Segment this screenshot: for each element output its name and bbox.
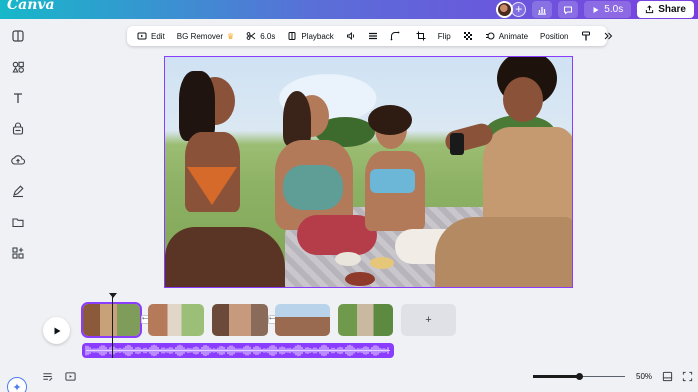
copy-style-button[interactable] [575, 26, 597, 46]
spacing-button[interactable] [362, 26, 384, 46]
present-play-button[interactable]: 5.0s [584, 1, 632, 18]
position-label: Position [540, 31, 569, 41]
play-icon [593, 6, 599, 13]
sparkle-icon: ✦ [12, 381, 22, 392]
playback-label: Playback [301, 31, 334, 41]
projects-icon[interactable] [11, 215, 25, 229]
layout-icon[interactable] [11, 29, 25, 43]
bg-remover-label: BG Remover [176, 31, 224, 41]
text-icon[interactable] [11, 91, 25, 105]
share-button[interactable]: Share [637, 1, 694, 18]
flip-button[interactable]: Flip [432, 26, 457, 46]
volume-button[interactable] [340, 26, 362, 46]
food-plate [345, 272, 375, 286]
animate-button[interactable]: Animate [479, 26, 534, 46]
timer-button[interactable] [65, 371, 76, 382]
video-timer-icon [65, 372, 76, 381]
corner-icon [390, 31, 400, 41]
play-icon [54, 327, 60, 334]
video-edit-icon [137, 32, 147, 40]
top-header: Canva + 5.0s Share [0, 0, 698, 19]
animate-label: Animate [498, 31, 529, 41]
canva-logo[interactable]: Canva [7, 0, 55, 13]
duration-label: 6.0s [260, 31, 276, 41]
comment-icon [564, 6, 573, 14]
zoom-slider-handle[interactable] [576, 373, 583, 380]
person-center-right [350, 105, 515, 264]
apps-icon[interactable] [11, 246, 25, 260]
flip-label: Flip [437, 31, 451, 41]
split-trim-button[interactable]: 6.0s [240, 26, 281, 46]
fullscreen-button[interactable] [682, 371, 693, 382]
elements-icon[interactable] [11, 60, 25, 74]
bg-remover-button[interactable]: BG Remover ♛ [171, 26, 240, 46]
animate-icon [485, 32, 495, 40]
magic-assistant-button[interactable]: ✦ [7, 377, 27, 392]
play-duration: 5.0s [604, 4, 624, 15]
crop-icon [416, 31, 426, 41]
brand-icon[interactable] [11, 122, 25, 136]
bottom-left-tools [42, 371, 76, 382]
edit-label: Edit [151, 31, 165, 41]
fullscreen-icon [682, 371, 693, 382]
food-plate [335, 252, 361, 266]
design-canvas[interactable] [164, 56, 573, 288]
invite-button[interactable]: + [511, 2, 527, 17]
add-clip-button[interactable]: + [401, 304, 456, 336]
share-icon [646, 5, 654, 14]
bar-chart-icon [538, 6, 547, 15]
playhead[interactable] [112, 296, 113, 358]
scissors-icon [246, 32, 256, 40]
draw-icon[interactable] [11, 184, 25, 198]
notes-button[interactable] [42, 371, 53, 382]
food-plate [370, 257, 394, 269]
share-label: Share [658, 4, 686, 15]
left-sidebar: ✦ [0, 19, 35, 392]
audio-waveform [85, 344, 390, 357]
timeline-clip[interactable] [338, 304, 393, 336]
paint-roller-icon [581, 31, 590, 41]
crown-icon: ♛ [227, 31, 235, 41]
playback-icon [288, 32, 296, 40]
zoom-level[interactable]: 50% [636, 372, 652, 381]
header-actions: + 5.0s Share [496, 0, 694, 19]
position-button[interactable]: Position [534, 26, 574, 46]
comments-button[interactable] [558, 1, 579, 18]
person-center-left [275, 91, 377, 255]
insights-button[interactable] [532, 1, 553, 18]
crop-button[interactable] [410, 26, 432, 46]
audio-track[interactable] [82, 343, 394, 358]
edit-button[interactable]: Edit [131, 26, 171, 46]
video-toolbar: Edit BG Remover ♛ 6.0s Playback Flip Ani… [127, 26, 612, 46]
person-right [425, 57, 572, 287]
more-button[interactable] [597, 26, 619, 46]
timeline-clip[interactable] [148, 304, 204, 336]
transparency-button[interactable] [457, 26, 479, 46]
notes-icon [43, 373, 53, 381]
checkerboard-icon [463, 32, 472, 40]
corner-rounding-button[interactable] [384, 26, 406, 46]
phone [450, 133, 464, 155]
pages-view-button[interactable] [662, 371, 673, 382]
zoom-slider-fill [533, 375, 579, 378]
lines-icon [368, 32, 377, 40]
playback-button[interactable]: Playback [281, 26, 339, 46]
person-left [165, 71, 285, 287]
pages-icon [662, 371, 673, 382]
timeline-play-button[interactable] [43, 317, 70, 344]
timeline-clip[interactable] [212, 304, 268, 336]
chevrons-right-icon [604, 32, 612, 40]
uploads-icon[interactable] [11, 153, 25, 167]
playhead-handle[interactable] [109, 293, 117, 298]
volume-icon [346, 31, 354, 41]
timeline-clip[interactable] [275, 304, 330, 336]
